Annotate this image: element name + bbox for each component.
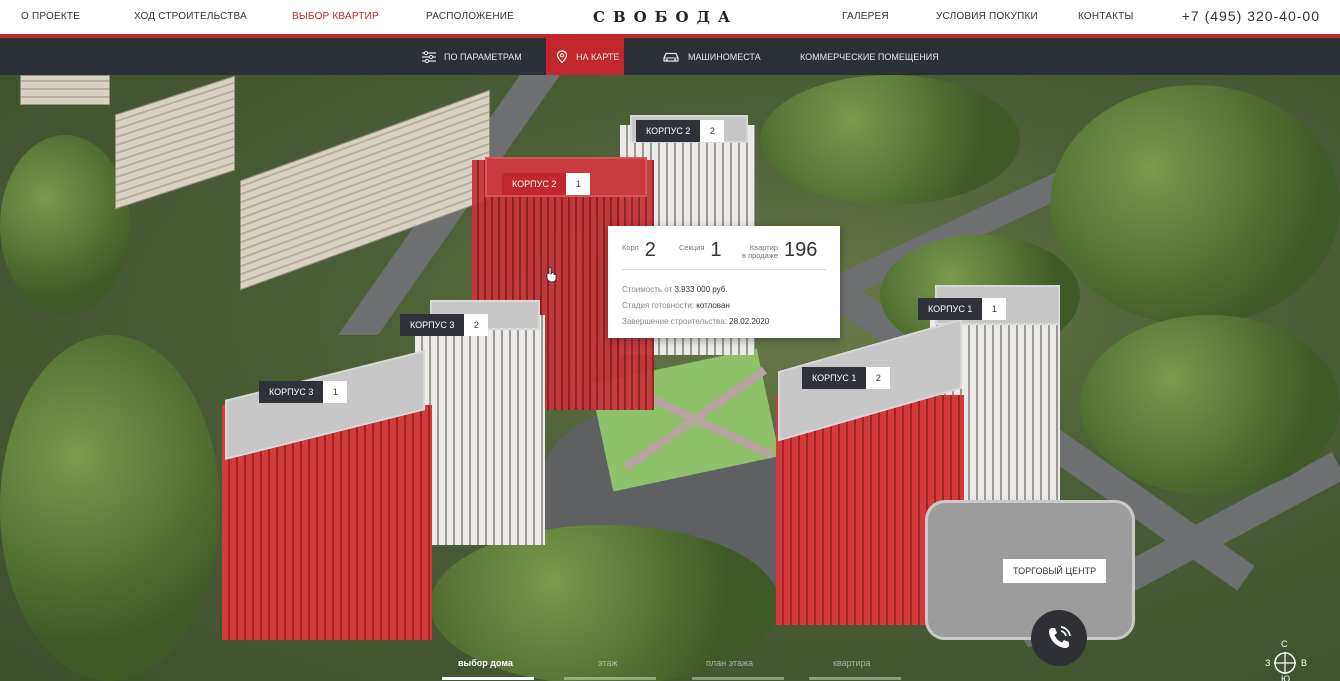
step-floor[interactable]: этаж bbox=[564, 658, 656, 680]
compass-icon bbox=[1274, 652, 1296, 674]
selection-steps: выбор дома этаж план этажа квартира bbox=[442, 658, 942, 681]
car-icon bbox=[662, 51, 680, 63]
top-header: О ПРОЕКТЕ ХОД СТРОИТЕЛЬСТВА ВЫБОР КВАРТИ… bbox=[0, 0, 1340, 38]
flats-label: Квартир в продаже bbox=[742, 238, 778, 260]
compass: С З В Ю bbox=[1262, 638, 1310, 681]
logo[interactable]: СВОБОДА bbox=[593, 8, 738, 26]
existing-building bbox=[240, 89, 490, 291]
phone-number[interactable]: +7 (495) 320-40-00 bbox=[1182, 8, 1320, 24]
tab-parking[interactable]: МАШИНОМЕСТА bbox=[652, 38, 771, 75]
hand-cursor-icon bbox=[546, 267, 557, 283]
tab-by-parameters[interactable]: ПО ПАРАМЕТРАМ bbox=[412, 38, 532, 75]
popup-stage: Стадия готовности: котлован bbox=[622, 301, 730, 310]
existing-building bbox=[115, 75, 235, 210]
tab-label: МАШИНОМЕСТА bbox=[688, 51, 761, 62]
building-label-section: 2 bbox=[866, 367, 891, 389]
flats-value: 196 bbox=[784, 239, 818, 261]
nav-construction-progress[interactable]: ХОД СТРОИТЕЛЬСТВА bbox=[134, 11, 247, 22]
popup-section: Секция 1 bbox=[679, 238, 722, 262]
sliders-icon bbox=[422, 50, 436, 63]
step-label: план этажа bbox=[706, 658, 754, 668]
tab-on-map[interactable]: НА КАРТЕ bbox=[546, 38, 624, 75]
trees bbox=[0, 135, 130, 315]
popup-stats-row: Корп 2 Секция 1 Квартир в продаже 196 bbox=[622, 238, 826, 270]
price-value: 3.933 000 руб. bbox=[674, 285, 728, 294]
nav-gallery[interactable]: ГАЛЕРЕЯ bbox=[842, 11, 889, 22]
building-label-name: КОРПУС 1 bbox=[918, 298, 983, 320]
building-label-name: КОРПУС 1 bbox=[802, 367, 867, 389]
building-label-section: 1 bbox=[323, 381, 348, 403]
popup-price: Стоимость от 3.933 000 руб. bbox=[622, 285, 728, 294]
popup-flats: Квартир в продаже 196 bbox=[742, 238, 817, 262]
building-label-name: КОРПУС 3 bbox=[259, 381, 324, 403]
step-label: выбор дома bbox=[458, 658, 513, 668]
step-progress-bar bbox=[442, 677, 534, 680]
stage-label: Стадия готовности: bbox=[622, 301, 695, 310]
korpus-value: 2 bbox=[644, 239, 656, 261]
call-button[interactable] bbox=[1031, 610, 1087, 666]
building-info-popup: Корп 2 Секция 1 Квартир в продаже 196 Ст… bbox=[608, 226, 840, 338]
building-label-section: 2 bbox=[700, 120, 725, 142]
site-map[interactable] bbox=[0, 75, 1340, 681]
map-pin-icon bbox=[556, 49, 568, 64]
nav-purchase-terms[interactable]: УСЛОВИЯ ПОКУПКИ bbox=[936, 11, 1038, 22]
building-label[interactable]: КОРПУС 3 2 bbox=[400, 314, 489, 336]
view-mode-bar: ПО ПАРАМЕТРАМ НА КАРТЕ МАШИНОМЕСТА КОММЕ… bbox=[0, 38, 1340, 75]
trees bbox=[0, 335, 220, 681]
nav-choose-apartment[interactable]: ВЫБОР КВАРТИР bbox=[292, 11, 379, 22]
building-label[interactable]: КОРПУС 3 1 bbox=[259, 381, 348, 403]
building-label-name: КОРПУС 2 bbox=[636, 120, 701, 142]
step-choose-building[interactable]: выбор дома bbox=[442, 658, 534, 680]
building-label-name: КОРПУС 3 bbox=[400, 314, 465, 336]
trees bbox=[760, 75, 1020, 205]
compass-north: С bbox=[1281, 639, 1288, 649]
tab-label: НА КАРТЕ bbox=[576, 51, 620, 62]
building-label-name: КОРПУС 2 bbox=[502, 173, 567, 195]
popup-korpus: Корп 2 bbox=[622, 238, 656, 262]
tab-commercial[interactable]: КОММЕРЧЕСКИЕ ПОМЕЩЕНИЯ bbox=[790, 38, 949, 75]
popup-finish: Завершение строительства: 28.02.2020 bbox=[622, 317, 769, 326]
trees bbox=[1080, 315, 1340, 495]
shopping-center-label[interactable]: ТОРГОВЫЙ ЦЕНТР bbox=[1003, 559, 1107, 583]
step-floor-plan[interactable]: план этажа bbox=[692, 658, 784, 680]
tab-label: ПО ПАРАМЕТРАМ bbox=[444, 51, 522, 62]
building-label[interactable]: КОРПУС 1 1 bbox=[918, 298, 1007, 320]
building-label-active[interactable]: КОРПУС 2 1 bbox=[502, 173, 591, 195]
step-apartment[interactable]: квартира bbox=[809, 658, 901, 680]
step-progress-bar bbox=[692, 677, 784, 680]
trees bbox=[1050, 85, 1340, 325]
building-label[interactable]: КОРПУС 1 2 bbox=[802, 367, 891, 389]
building-label-section: 2 bbox=[464, 314, 489, 336]
phone-icon bbox=[1049, 626, 1071, 648]
stage-value: котлован bbox=[696, 301, 730, 310]
compass-west: З bbox=[1265, 658, 1271, 668]
nav-about[interactable]: О ПРОЕКТЕ bbox=[21, 11, 80, 22]
building-korpus-3-section-2[interactable] bbox=[415, 315, 545, 545]
section-value: 1 bbox=[710, 239, 722, 261]
building-label-section: 1 bbox=[566, 173, 591, 195]
korpus-label: Корп bbox=[622, 243, 639, 252]
step-progress-bar bbox=[564, 677, 656, 680]
tab-label: КОММЕРЧЕСКИЕ ПОМЕЩЕНИЯ bbox=[800, 51, 939, 62]
flats-label-line-2: в продаже bbox=[742, 251, 779, 260]
nav-contacts[interactable]: КОНТАКТЫ bbox=[1078, 11, 1134, 22]
section-label: Секция bbox=[679, 243, 705, 252]
step-progress-bar bbox=[809, 677, 901, 680]
compass-east: В bbox=[1301, 658, 1308, 668]
step-label: квартира bbox=[833, 658, 871, 668]
finish-label: Завершение строительства: bbox=[622, 317, 727, 326]
existing-building bbox=[20, 75, 110, 105]
building-label-section: 1 bbox=[982, 298, 1007, 320]
nav-location[interactable]: РАСПОЛОЖЕНИЕ bbox=[426, 11, 514, 22]
building-label[interactable]: КОРПУС 2 2 bbox=[636, 120, 725, 142]
compass-south: Ю bbox=[1281, 674, 1291, 681]
finish-value: 28.02.2020 bbox=[729, 317, 770, 326]
price-label: Стоимость от bbox=[622, 285, 673, 294]
step-label: этаж bbox=[598, 658, 618, 668]
